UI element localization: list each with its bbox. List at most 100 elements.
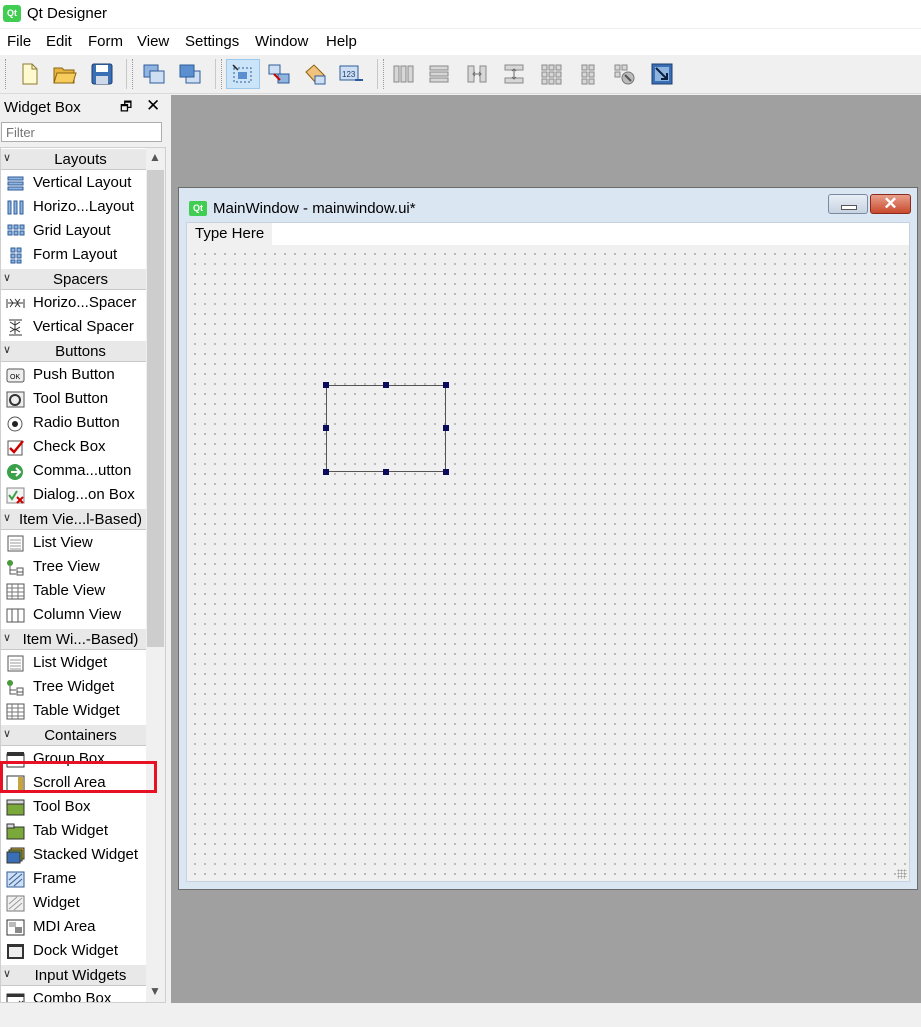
tool-button-icon <box>6 391 25 408</box>
scroll-down-icon[interactable]: ▼ <box>149 984 161 998</box>
edit-tab-order-icon[interactable]: 123 <box>334 59 368 89</box>
menu-settings[interactable]: Settings <box>185 33 239 50</box>
category-input-widgets[interactable]: ∨ Input Widgets <box>1 964 146 986</box>
widget-item-column-view[interactable]: Column View <box>1 604 146 628</box>
toolbar-grip[interactable] <box>221 59 225 89</box>
resize-handle[interactable] <box>323 382 329 388</box>
widget-item-grid-layout[interactable]: Grid Layout <box>1 220 146 244</box>
scrollbar-thumb[interactable] <box>147 170 164 647</box>
push-button-icon: OK <box>6 367 25 384</box>
widget-item-radio-button[interactable]: Radio Button <box>1 412 146 436</box>
widget-item-tab-widget[interactable]: Tab Widget <box>1 820 146 844</box>
mdi-area-icon <box>6 919 25 936</box>
widget-item-dialog-button-box[interactable]: Dialog...on Box <box>1 484 146 508</box>
send-to-back-icon[interactable] <box>137 59 171 89</box>
selected-widget[interactable] <box>326 385 446 472</box>
horizontal-splitter-icon[interactable] <box>460 59 494 89</box>
adjust-size-icon[interactable] <box>645 59 679 89</box>
chevron-down-icon[interactable]: ∨ <box>3 151 11 164</box>
widget-item-vertical-spacer[interactable]: Vertical Spacer <box>1 316 146 340</box>
chevron-down-icon[interactable]: ∨ <box>3 967 11 980</box>
widget-item-frame[interactable]: Frame <box>1 868 146 892</box>
widget-item-mdi-area[interactable]: MDI Area <box>1 916 146 940</box>
float-icon[interactable]: 🗗 <box>120 98 132 120</box>
qt-form-icon: Qt <box>189 201 207 216</box>
resize-handle[interactable] <box>323 469 329 475</box>
widget-item-command-link[interactable]: Comma...utton <box>1 460 146 484</box>
menu-form[interactable]: Form <box>88 33 123 50</box>
chevron-down-icon[interactable]: ∨ <box>3 343 11 356</box>
resize-handle[interactable] <box>323 425 329 431</box>
resize-handle[interactable] <box>383 382 389 388</box>
widget-item-label: Form Layout <box>33 246 118 263</box>
widget-item-tool-button[interactable]: Tool Button <box>1 388 146 412</box>
widget-item-list-widget[interactable]: List Widget <box>1 652 146 676</box>
type-here-menu[interactable]: Type Here <box>187 223 273 245</box>
bring-to-front-icon[interactable] <box>173 59 207 89</box>
toolbar-grip[interactable] <box>132 59 136 89</box>
filter-input[interactable] <box>1 122 162 142</box>
close-window-button[interactable]: ✕ <box>870 194 911 214</box>
widget-item-table-widget[interactable]: Table Widget <box>1 700 146 724</box>
category-buttons[interactable]: ∨ Buttons <box>1 340 146 362</box>
menu-edit[interactable]: Edit <box>46 33 72 50</box>
widget-item-push-button[interactable]: OK Push Button <box>1 364 146 388</box>
toolbar-grip[interactable] <box>5 59 9 89</box>
category-item-wi-based[interactable]: ∨ Item Wi...-Based) <box>1 628 146 650</box>
chevron-down-icon[interactable]: ∨ <box>3 631 11 644</box>
edit-widgets-icon[interactable] <box>226 59 260 89</box>
widget-item-table-view[interactable]: Table View <box>1 580 146 604</box>
lay-out-horizontally-icon[interactable] <box>386 59 420 89</box>
widget-item-list-view[interactable]: List View <box>1 532 146 556</box>
category-containers[interactable]: ∨ Containers <box>1 724 146 746</box>
open-icon[interactable] <box>48 59 82 89</box>
close-icon[interactable]: ✕ <box>146 96 160 116</box>
edit-signals-slots-icon[interactable] <box>262 59 296 89</box>
scroll-up-icon[interactable]: ▲ <box>149 150 161 164</box>
menu-help[interactable]: Help <box>326 33 357 50</box>
resize-handle[interactable] <box>443 382 449 388</box>
chevron-down-icon[interactable]: ∨ <box>3 511 11 524</box>
widget-item-stacked-widget[interactable]: Stacked Widget <box>1 844 146 868</box>
widget-item-horizontal-spacer[interactable]: Horizo...Spacer <box>1 292 146 316</box>
widget-item-vertical-layout[interactable]: Vertical Layout <box>1 172 146 196</box>
break-layout-icon[interactable] <box>607 59 641 89</box>
title-bar: Qt Qt Designer <box>0 0 921 28</box>
widget-item-combo-box[interactable]: Combo Box <box>1 988 146 1002</box>
resize-handle[interactable] <box>443 469 449 475</box>
category-label: Spacers <box>52 271 109 288</box>
menu-file[interactable]: File <box>7 33 31 50</box>
widget-item-tree-view[interactable]: Tree View <box>1 556 146 580</box>
category-layouts[interactable]: ∨ Layouts <box>1 148 146 170</box>
toolbar-separator <box>126 59 127 89</box>
category-spacers[interactable]: ∨ Spacers <box>1 268 146 290</box>
form-canvas[interactable]: Type Here <box>186 222 910 882</box>
size-grip-icon[interactable] <box>897 869 907 879</box>
vertical-splitter-icon[interactable] <box>497 59 531 89</box>
widget-item-label: List Widget <box>33 654 108 671</box>
resize-handle[interactable] <box>383 469 389 475</box>
widget-item-tree-widget[interactable]: Tree Widget <box>1 676 146 700</box>
widget-box-scrollbar[interactable]: ▲ ▼ <box>146 148 165 1002</box>
widget-item-tool-box[interactable]: Tool Box <box>1 796 146 820</box>
widget-item-widget[interactable]: Widget <box>1 892 146 916</box>
lay-out-form-icon[interactable] <box>571 59 605 89</box>
save-icon[interactable] <box>85 59 119 89</box>
category-item-vie-l-based[interactable]: ∨ Item Vie...l-Based) <box>1 508 146 530</box>
menu-view[interactable]: View <box>137 33 169 50</box>
widget-item-check-box[interactable]: Check Box <box>1 436 146 460</box>
lay-out-grid-icon[interactable] <box>534 59 568 89</box>
form-window[interactable]: Qt MainWindow - mainwindow.ui* ✕ Type He… <box>178 187 918 890</box>
menu-window[interactable]: Window <box>255 33 308 50</box>
new-form-icon[interactable] <box>12 59 46 89</box>
minimize-button[interactable] <box>828 194 868 214</box>
widget-item-label: Horizo...Spacer <box>33 294 137 311</box>
chevron-down-icon[interactable]: ∨ <box>3 271 11 284</box>
chevron-down-icon[interactable]: ∨ <box>3 727 11 740</box>
resize-handle[interactable] <box>443 425 449 431</box>
widget-item-form-layout[interactable]: Form Layout <box>1 244 146 268</box>
lay-out-vertically-icon[interactable] <box>422 59 456 89</box>
widget-item-horizontal-layout[interactable]: Horizo...Layout <box>1 196 146 220</box>
edit-buddies-icon[interactable] <box>298 59 332 89</box>
widget-item-dock-widget[interactable]: Dock Widget <box>1 940 146 964</box>
